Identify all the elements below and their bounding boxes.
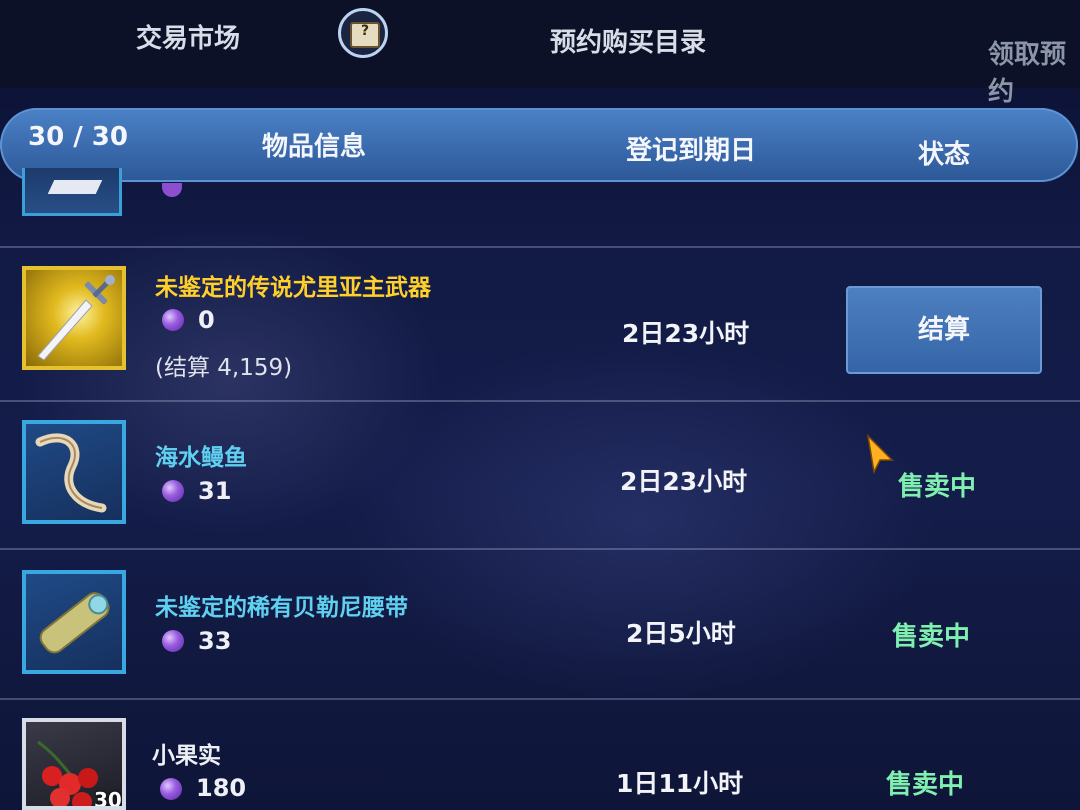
mouse-cursor-icon: [866, 434, 894, 474]
eel-icon[interactable]: [22, 420, 126, 524]
book-question-icon: ?: [350, 22, 380, 48]
row-divider: [0, 400, 1080, 402]
settle-button[interactable]: 结算: [846, 286, 1042, 374]
column-item-info: 物品信息: [262, 132, 367, 162]
silver-coin-icon: [162, 630, 184, 652]
sword-icon[interactable]: [22, 266, 126, 370]
tab-trade-market[interactable]: 交易市场: [136, 18, 240, 55]
tab-reserve-purchase-list[interactable]: 预约购买目录: [550, 22, 706, 59]
expiry-time: 1日11小时: [616, 769, 744, 798]
item-name: 海水鳗鱼: [155, 445, 247, 471]
status-badge: 售卖中: [892, 622, 971, 652]
guide-button[interactable]: ?: [338, 8, 388, 58]
expiry-time: 2日23小时: [622, 319, 750, 348]
column-status: 状态: [918, 140, 971, 170]
item-price: 33: [198, 627, 232, 655]
expiry-time: 2日23小时: [620, 467, 748, 496]
row-divider: [0, 246, 1080, 248]
partial-item-icon[interactable]: [22, 168, 122, 216]
berry-icon[interactable]: 30: [22, 718, 126, 810]
item-price: 180: [196, 774, 247, 802]
table-header: 30 / 30 物品信息 登记到期日 状态: [0, 108, 1078, 182]
item-price: 0: [198, 306, 215, 334]
tab-receive-reserve[interactable]: 领取预约: [988, 34, 1080, 108]
item-name: 未鉴定的稀有贝勒尼腰带: [155, 595, 408, 621]
silver-coin-icon: [162, 480, 184, 502]
status-badge: 售卖中: [886, 770, 965, 800]
item-name: 小果实: [152, 743, 221, 769]
row-divider: [0, 698, 1080, 700]
silver-coin-icon: [160, 778, 182, 800]
silver-coin-icon: [162, 183, 182, 197]
column-expiry: 登记到期日: [626, 136, 757, 166]
item-quantity: 30: [94, 788, 122, 810]
belt-icon[interactable]: [22, 570, 126, 674]
expiry-time: 2日5小时: [626, 619, 736, 648]
settle-amount: (结算 4,159): [155, 355, 293, 381]
silver-coin-icon: [162, 309, 184, 331]
item-price: 31: [198, 477, 232, 505]
item-name: 未鉴定的传说尤里亚主武器: [155, 275, 431, 301]
row-divider: [0, 548, 1080, 550]
slot-count: 30 / 30: [28, 122, 128, 152]
status-badge: 售卖中: [898, 472, 977, 502]
